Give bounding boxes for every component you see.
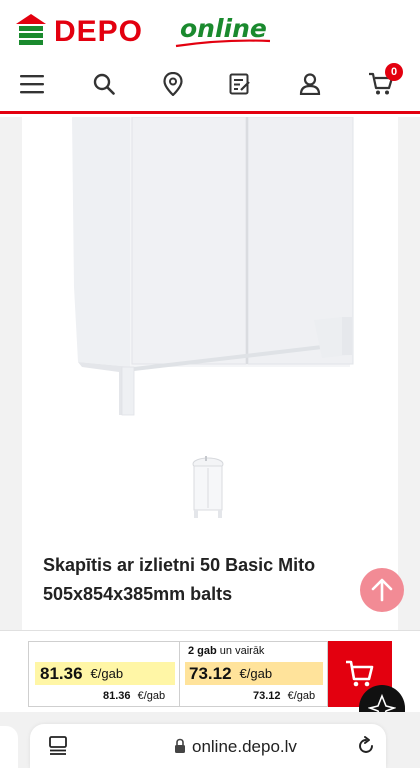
menu-icon[interactable] [14, 66, 50, 102]
browser-toolbar: online.depo.lv [0, 712, 420, 768]
product-thumbnail[interactable] [188, 454, 228, 520]
url-text[interactable]: online.depo.lv [192, 737, 297, 757]
user-icon[interactable] [292, 66, 328, 102]
price-divider [179, 642, 180, 706]
scroll-to-top-button[interactable] [360, 568, 404, 612]
price-single-small-unit: €/gab [137, 690, 166, 702]
price-tier: 73.12 €/gab [185, 662, 323, 685]
lock-icon [175, 738, 185, 753]
price-single-unit: €/gab [90, 666, 124, 681]
tier-quantity-label: 2 gab un vairāk [188, 645, 264, 657]
tier-more: un vairāk [219, 645, 265, 657]
price-single-small-value: 81.36 [103, 690, 131, 702]
cart-icon[interactable]: 0 [363, 63, 403, 102]
depo-logo-icon[interactable] [16, 14, 46, 46]
search-icon[interactable] [86, 66, 122, 102]
logo-depo-text[interactable]: DEPO [54, 15, 143, 49]
price-bar: 81.36 €/gab 81.36 €/gab 2 gab un vairāk … [0, 630, 420, 712]
price-tier-small: 73.12 €/gab [253, 690, 315, 702]
logo-bar: DEPO online [0, 0, 420, 56]
tabs-icon[interactable] [48, 735, 68, 755]
price-tier-small-unit: €/gab [287, 690, 316, 702]
logo-swoosh [175, 39, 271, 48]
browser-tab-edge [0, 726, 18, 768]
price-tier-small-value: 73.12 [253, 690, 281, 702]
price-box: 81.36 €/gab 81.36 €/gab 2 gab un vairāk … [28, 641, 328, 707]
price-tier-unit: €/gab [239, 666, 273, 681]
price-single-value: 81.36 [40, 663, 83, 683]
cart-count-badge: 0 [385, 63, 403, 81]
tier-quantity: 2 gab [188, 645, 217, 657]
checklist-icon[interactable] [222, 66, 258, 102]
product-title: Skapītis ar izlietni 50 Basic Mito 505x8… [43, 555, 316, 604]
arrow-up-icon [371, 578, 393, 602]
price-single: 81.36 €/gab [35, 662, 175, 685]
product-main-image[interactable] [22, 117, 398, 427]
reload-icon[interactable] [356, 736, 376, 756]
location-pin-icon[interactable] [155, 66, 191, 102]
header-nav: 0 [0, 56, 420, 114]
price-single-small: 81.36 €/gab [103, 690, 165, 702]
cart-icon [346, 660, 374, 687]
address-bar[interactable]: online.depo.lv [30, 724, 386, 768]
price-tier-value: 73.12 [189, 663, 232, 683]
